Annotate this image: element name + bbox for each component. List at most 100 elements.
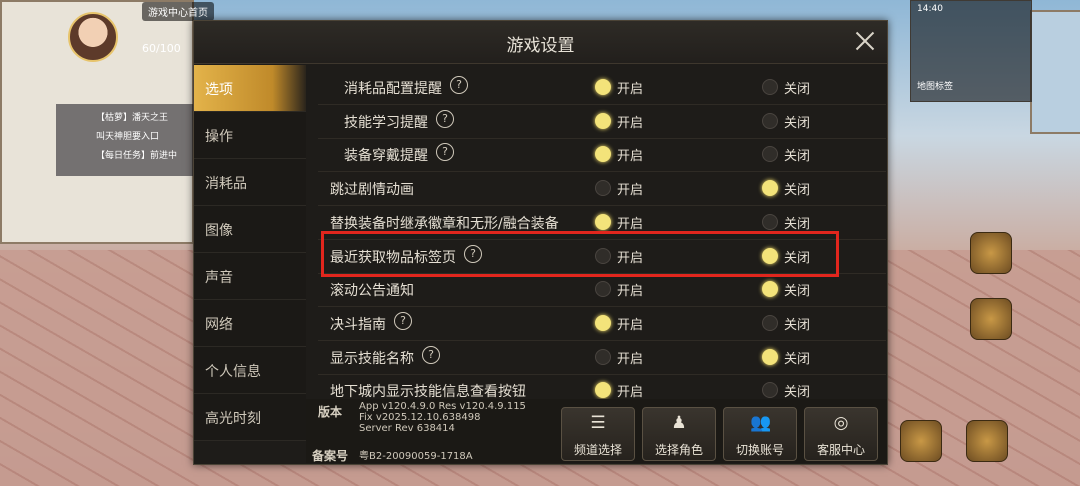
game-center-link[interactable]: 游戏中心首页 (142, 2, 214, 21)
tab-graphics[interactable]: 图像 (194, 206, 306, 253)
hp-value: 60/100 (142, 42, 181, 55)
tab-profile[interactable]: 个人信息 (194, 347, 306, 394)
version-label: 版本 (318, 405, 343, 419)
option-label: 开启 (617, 317, 644, 333)
radio-dot-icon (762, 382, 778, 399)
radio-dot-icon (762, 314, 778, 331)
player-avatar[interactable] (68, 12, 118, 62)
setting-label: 跳过剧情动画 (330, 182, 414, 199)
option-label: 关闭 (784, 149, 811, 165)
quest-line: 叫天神胆要入口 (96, 132, 160, 142)
radio-dot-icon (762, 79, 778, 95)
setting-label: 消耗品配置提醒 (344, 81, 442, 97)
record-label: 备案号 (312, 449, 349, 463)
tab-network[interactable]: 网络 (194, 300, 306, 347)
settings-footer: 版本 App v120.4.9.0 Res v120.4.9.115 Fix v… (306, 399, 887, 463)
radio-dot-icon (762, 281, 778, 298)
radio-dot-icon (595, 348, 611, 365)
quest-line: 【每日任务】前进中 (96, 151, 178, 161)
setting-row: 技能学习提醒? 开启 关闭 (318, 104, 886, 139)
support-icon: ◎ (833, 413, 849, 433)
option-label: 关闭 (784, 351, 811, 367)
radio-dot-icon (595, 314, 611, 331)
setting-row: 显示技能名称? 开启 关闭 (318, 340, 886, 375)
dialog-title: 游戏设置 (506, 36, 575, 56)
radio-dot-icon (595, 79, 611, 95)
version-text: App v120.4.9.0 Res v120.4.9.115 Fix v202… (359, 401, 526, 434)
option-label: 开启 (617, 149, 644, 165)
setting-row: 跳过剧情动画 开启 关闭 (318, 171, 886, 207)
button-label: 频道选择 (573, 443, 622, 457)
radio-dot-icon (762, 348, 778, 365)
option-label: 关闭 (784, 317, 811, 333)
tab-controls[interactable]: 操作 (194, 112, 306, 159)
side-menu-button[interactable] (970, 232, 1012, 274)
quest-line: 【枯萝】潘天之王 (96, 113, 169, 123)
option-label: 开启 (617, 385, 644, 401)
radio-dot-icon (595, 382, 611, 399)
option-label: 关闭 (784, 284, 811, 300)
close-button[interactable] (853, 29, 877, 53)
setting-label: 技能学习提醒 (344, 114, 428, 131)
option-label: 关闭 (784, 216, 811, 232)
radio-dot-icon (762, 213, 778, 230)
setting-label: 显示技能名称 (330, 350, 414, 367)
radio-dot-icon (762, 112, 778, 129)
help-icon[interactable]: ? (436, 143, 454, 162)
building-right (1030, 10, 1080, 134)
minimap[interactable]: 14:40 地图标签 (910, 0, 1032, 102)
switch-account-button[interactable]: 👥 切换账号 (723, 407, 797, 461)
radio-dot-icon (762, 146, 778, 163)
button-label: 选择角色 (654, 443, 703, 457)
radio-dot-icon (762, 180, 778, 197)
option-label: 开启 (617, 115, 644, 131)
option-label: 关闭 (784, 115, 811, 131)
list-icon: ☰ (590, 413, 606, 433)
tab-options[interactable]: 选项 (194, 65, 306, 112)
button-label: 客服中心 (816, 443, 865, 457)
help-icon[interactable]: ? (436, 109, 454, 128)
option-label: 开启 (617, 82, 644, 97)
help-icon[interactable]: ? (422, 345, 440, 364)
setting-label: 替换装备时继承徽章和无形/融合装备 (330, 215, 559, 232)
support-center-button[interactable]: ◎ 客服中心 (804, 407, 878, 461)
side-menu-button[interactable] (900, 420, 942, 462)
setting-row: 滚动公告通知 开启 关闭 (318, 272, 886, 308)
setting-row: 消耗品配置提醒? 开启 关闭 (318, 70, 886, 105)
help-icon[interactable]: ? (450, 76, 468, 94)
radio-dot-icon (595, 146, 611, 163)
setting-row: 决斗指南? 开启 关闭 (318, 306, 886, 341)
highlight-box (321, 231, 839, 277)
option-label: 关闭 (784, 385, 811, 401)
setting-label: 决斗指南 (330, 316, 386, 333)
setting-label: 装备穿戴提醒 (344, 148, 428, 165)
quest-tracker[interactable]: 【枯萝】潘天之王 叫天神胆要入口 【每日任务】前进中 (56, 104, 196, 176)
option-label: 关闭 (784, 82, 811, 97)
settings-tabs: 选项 操作 消耗品 图像 声音 网络 个人信息 高光时刻 (194, 65, 306, 447)
button-label: 切换账号 (735, 443, 784, 457)
radio-dot-icon (595, 112, 611, 129)
option-label: 开启 (617, 351, 644, 367)
radio-dot-icon (595, 180, 611, 197)
settings-dialog: 游戏设置 选项 操作 消耗品 图像 声音 网络 个人信息 高光时刻 消耗品配置提… (193, 20, 888, 465)
character-icon: ♟ (671, 413, 687, 433)
users-icon: 👥 (750, 413, 772, 433)
minimap-label: 地图标签 (917, 82, 954, 92)
clock: 14:40 (917, 4, 943, 14)
option-label: 关闭 (784, 183, 811, 199)
setting-row: 装备穿戴提醒? 开启 关闭 (318, 137, 886, 173)
radio-dot-icon (595, 281, 611, 298)
select-character-button[interactable]: ♟ 选择角色 (642, 407, 716, 461)
side-menu-button[interactable] (966, 420, 1008, 462)
dialog-title-bar: 游戏设置 (194, 21, 887, 64)
side-menu-button[interactable] (970, 298, 1012, 340)
option-label: 开启 (617, 183, 644, 199)
tab-highlights[interactable]: 高光时刻 (194, 394, 306, 441)
channel-select-button[interactable]: ☰ 频道选择 (561, 407, 635, 461)
record-number: 粤B2-20090059-1718A (359, 451, 473, 462)
radio-dot-icon (595, 213, 611, 230)
setting-label: 滚动公告通知 (330, 283, 414, 300)
tab-consumables[interactable]: 消耗品 (194, 159, 306, 206)
help-icon[interactable]: ? (394, 311, 412, 330)
tab-sound[interactable]: 声音 (194, 253, 306, 300)
